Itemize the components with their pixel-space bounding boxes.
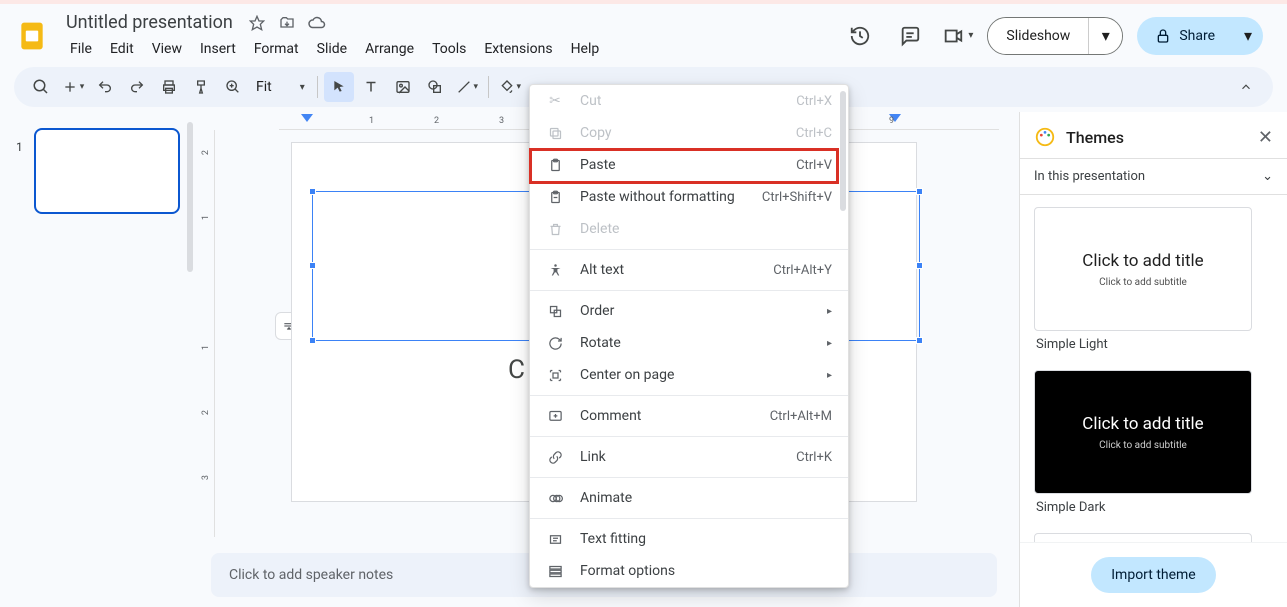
copy-icon xyxy=(546,124,564,142)
shape-tool[interactable] xyxy=(420,72,450,102)
search-menus-icon[interactable] xyxy=(26,72,56,102)
themes-panel: Themes ✕ In this presentation ⌄ Click to… xyxy=(1019,112,1287,607)
menu-tools[interactable]: Tools xyxy=(424,37,474,61)
paste-icon xyxy=(546,156,564,174)
line-tool[interactable] xyxy=(452,72,482,102)
order-icon xyxy=(546,302,564,320)
ctx-format-options[interactable]: Format options xyxy=(530,555,848,587)
palette-icon xyxy=(1034,126,1056,148)
menu-slide[interactable]: Slide xyxy=(309,37,355,61)
theme-simple-dark[interactable]: Click to add title Click to add subtitle… xyxy=(1034,370,1252,521)
star-icon[interactable] xyxy=(247,13,267,33)
resize-handle[interactable] xyxy=(309,337,316,344)
menu-help[interactable]: Help xyxy=(563,37,608,61)
menu-edit[interactable]: Edit xyxy=(102,37,142,61)
collapse-toolbar-icon[interactable] xyxy=(1231,72,1261,102)
context-menu-scrollbar[interactable] xyxy=(840,91,846,211)
redo-button[interactable] xyxy=(122,72,152,102)
textbox-tool[interactable] xyxy=(356,72,386,102)
menu-file[interactable]: File xyxy=(62,37,100,61)
share-dropdown[interactable]: ▾ xyxy=(1233,17,1263,55)
import-theme-button[interactable]: Import theme xyxy=(1091,557,1216,593)
chevron-down-icon: ⌄ xyxy=(1262,169,1273,184)
center-icon xyxy=(546,366,564,384)
print-button[interactable] xyxy=(154,72,184,102)
ruler-indent-left[interactable] xyxy=(301,114,313,122)
subtitle-placeholder[interactable]: C xyxy=(508,355,525,385)
menu-format[interactable]: Format xyxy=(246,37,307,61)
menu-extensions[interactable]: Extensions xyxy=(476,37,560,61)
share-button[interactable]: Share xyxy=(1137,17,1233,55)
ctx-link[interactable]: LinkCtrl+K xyxy=(530,441,848,473)
cloud-status-icon[interactable] xyxy=(307,13,327,33)
filmstrip: 1 xyxy=(0,112,197,607)
ctx-paste[interactable]: PasteCtrl+V xyxy=(530,149,848,181)
context-menu: ✂ CutCtrl+X CopyCtrl+C PasteCtrl+V Paste… xyxy=(529,84,849,588)
comment-icon xyxy=(546,407,564,425)
ctx-cut: ✂ CutCtrl+X xyxy=(530,85,848,117)
rotate-icon xyxy=(546,334,564,352)
resize-handle[interactable] xyxy=(309,262,316,269)
zoom-button[interactable] xyxy=(218,72,248,102)
link-icon xyxy=(546,448,564,466)
new-slide-button[interactable] xyxy=(58,72,88,102)
ctx-center[interactable]: Center on page▸ xyxy=(530,359,848,391)
accessibility-icon xyxy=(546,261,564,279)
close-icon[interactable]: ✕ xyxy=(1258,127,1273,148)
slideshow-button[interactable]: Slideshow xyxy=(988,18,1088,54)
menu-arrange[interactable]: Arrange xyxy=(357,37,422,61)
animate-icon xyxy=(546,489,564,507)
move-icon[interactable] xyxy=(277,13,297,33)
zoom-fit-dropdown[interactable]: Fit▾ xyxy=(250,79,311,95)
resize-handle[interactable] xyxy=(916,262,923,269)
ctx-paste-without-formatting[interactable]: Paste without formattingCtrl+Shift+V xyxy=(530,181,848,213)
fill-color-button[interactable] xyxy=(495,72,525,102)
version-history-icon[interactable] xyxy=(842,18,878,54)
menu-bar: File Edit View Insert Format Slide Arran… xyxy=(62,37,830,61)
themes-title: Themes xyxy=(1066,128,1248,147)
select-tool[interactable] xyxy=(324,72,354,102)
meet-button[interactable]: ▾ xyxy=(942,25,973,47)
ctx-order[interactable]: Order▸ xyxy=(530,295,848,327)
comments-icon[interactable] xyxy=(892,18,928,54)
slide-thumbnail-1[interactable] xyxy=(34,128,180,214)
undo-button[interactable] xyxy=(90,72,120,102)
resize-handle[interactable] xyxy=(916,337,923,344)
ctx-rotate[interactable]: Rotate▸ xyxy=(530,327,848,359)
theme-partial[interactable] xyxy=(1034,533,1252,542)
delete-icon xyxy=(546,220,564,238)
ctx-alt-text[interactable]: Alt textCtrl+Alt+Y xyxy=(530,254,848,286)
menu-view[interactable]: View xyxy=(144,37,190,61)
themes-section-toggle[interactable]: In this presentation ⌄ xyxy=(1020,159,1287,195)
vertical-ruler: 2 1 1 2 3 xyxy=(197,130,215,537)
slide-number: 1 xyxy=(16,140,23,154)
menu-insert[interactable]: Insert xyxy=(192,37,244,61)
text-fitting-icon xyxy=(546,530,564,548)
slideshow-dropdown[interactable]: ▾ xyxy=(1088,18,1122,54)
paste-plain-icon xyxy=(546,188,564,206)
ctx-text-fitting[interactable]: Text fitting xyxy=(530,523,848,555)
cut-icon: ✂ xyxy=(546,92,564,110)
paint-format-button[interactable] xyxy=(186,72,216,102)
ctx-delete: Delete xyxy=(530,213,848,245)
ctx-animate[interactable]: Animate xyxy=(530,482,848,514)
ctx-comment[interactable]: CommentCtrl+Alt+M xyxy=(530,400,848,432)
resize-handle[interactable] xyxy=(309,188,316,195)
theme-simple-light[interactable]: Click to add title Click to add subtitle… xyxy=(1034,207,1252,358)
resize-handle[interactable] xyxy=(916,188,923,195)
slides-logo[interactable] xyxy=(14,18,50,54)
format-options-icon xyxy=(546,562,564,580)
document-title[interactable]: Untitled presentation xyxy=(62,10,237,35)
ctx-copy: CopyCtrl+C xyxy=(530,117,848,149)
filmstrip-scrollbar[interactable] xyxy=(187,122,193,272)
image-tool[interactable] xyxy=(388,72,418,102)
